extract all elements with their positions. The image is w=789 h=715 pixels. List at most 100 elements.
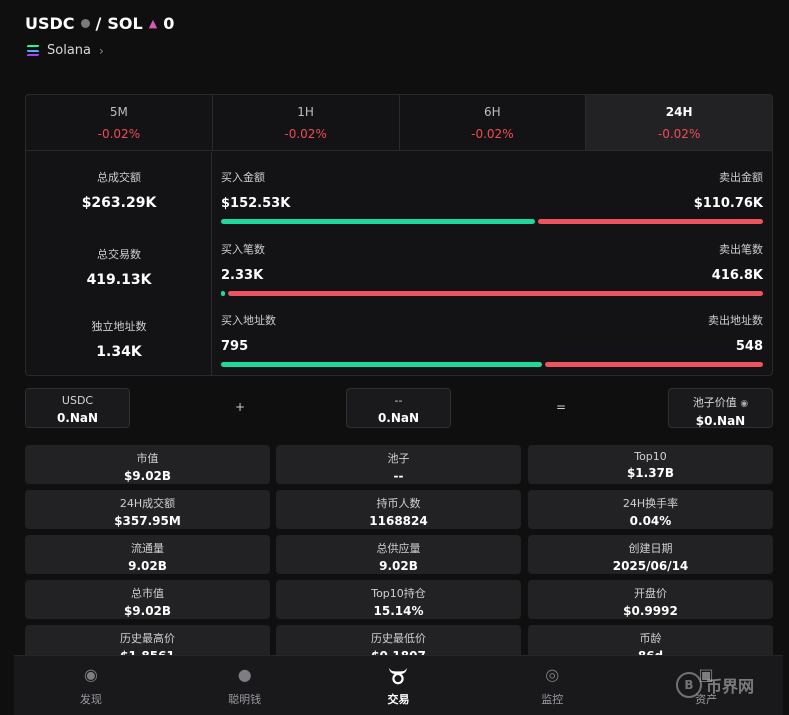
pool-token-b: -- 0.NaN [346,388,451,428]
lock-icon: ◉ [740,399,749,409]
info-value: $0.9992 [623,604,678,618]
watermark-logo-icon: B [676,672,702,698]
buy-sell-amount-row: 买入金额 卖出金额 $152.53K $110.76K [221,169,763,224]
pool-value[interactable]: 池子价值 ◉ $0.NaN [668,388,773,428]
nav-monitor[interactable]: ◎ 监控 [475,656,629,715]
coin-icon: ● [237,665,252,684]
unique-addresses-stat: 独立地址数 1.34K [26,318,212,360]
info-label: 创建日期 [628,542,673,555]
total-trades-stat: 总交易数 419.13K [26,246,212,288]
stat-value: 419.13K [86,272,152,288]
nav-smart-money[interactable]: ● 聪明钱 [168,656,322,715]
nav-label: 交易 [387,692,410,706]
flame-count: 0 [163,13,175,33]
info-label: Top10持仓 [371,587,426,600]
info-cell-24h-volume: 24H成交额 $357.95M [25,490,270,529]
summary-column: 总成交额 $263.29K 总交易数 419.13K 独立地址数 1.34K [26,152,212,375]
stat-label: 总成交额 [97,171,141,184]
tab-label: 6H [484,104,501,119]
stat-label: 独立地址数 [91,320,147,333]
nav-label: 监控 [541,692,564,706]
stat-value: 1.34K [96,344,142,360]
info-label: 市值 [136,452,159,465]
info-label: 池子 [387,452,410,465]
nav-discover[interactable]: ◉ 发现 [14,656,168,715]
info-value: $357.95M [114,514,181,528]
sell-label: 卖出笔数 [719,243,763,256]
info-label: 总供应量 [376,542,421,555]
info-cell-pool: 池子 -- [276,445,521,484]
buy-sell-bar [221,219,763,224]
pool-token-b-value: 0.NaN [377,411,420,425]
info-value: 1168824 [369,514,428,528]
sell-bar [544,362,763,367]
token-dot-icon [80,18,90,28]
tab-change: -0.02% [97,126,141,141]
info-cell-total-supply: 总供应量 9.02B [276,535,521,574]
pool-token-a-label: USDC [61,394,94,407]
planet-icon: ◉ [83,665,98,684]
info-cell-circulating: 流通量 9.02B [25,535,270,574]
stat-label: 总交易数 [97,248,141,261]
buy-label: 买入金额 [221,171,265,184]
sell-value: $110.76K [693,196,763,211]
info-cell-holders: 持币人数 1168824 [276,490,521,529]
tab-5m[interactable]: 5M -0.02% [26,95,213,150]
radar-icon: ◎ [545,665,560,684]
buy-label: 买入笔数 [221,243,265,256]
plus-sign: + [235,400,246,414]
sell-bar [537,219,763,224]
info-label: 流通量 [131,542,164,555]
info-label: Top10 [634,450,667,463]
stat-value: $263.29K [81,195,157,211]
quote-token: SOL [107,13,143,33]
sell-value: 416.8K [711,268,763,283]
equals-sign: = [556,400,567,414]
watermark-text: 币界网 [706,677,755,696]
tab-6h[interactable]: 6H -0.02% [400,95,587,150]
info-value: 2025/06/14 [612,559,689,573]
pool-token-a: USDC 0.NaN [25,388,130,428]
timeframe-tabs: 5M -0.02% 1H -0.02% 6H -0.02% 24H -0.02% [26,95,772,151]
buy-bar [221,219,535,224]
info-cell-open-price: 开盘价 $0.9992 [528,580,773,619]
chain-link[interactable]: Solana › [26,43,104,58]
info-cell-fdv: 总市值 $9.02B [25,580,270,619]
buy-bar [221,362,542,367]
tab-label: 24H [665,104,693,119]
buy-bar [221,291,225,296]
buy-value: $152.53K [221,196,291,211]
bull-icon-svg [389,667,408,684]
info-label: 币龄 [639,632,662,645]
buy-sell-address-row: 买入地址数 卖出地址数 795 548 [221,312,763,367]
info-value: 9.02B [128,559,167,573]
tab-change: -0.02% [284,126,327,141]
info-value: $9.02B [123,469,172,483]
sell-label: 卖出金额 [719,171,763,184]
info-label: 24H换手率 [622,497,679,510]
tab-label: 5M [109,104,128,119]
pair-title: USDC / SOL ▲ 0 [25,12,174,34]
info-value: $1.37B [626,466,675,480]
tab-24h[interactable]: 24H -0.02% [586,95,772,150]
bull-icon [387,665,409,685]
tab-change: -0.02% [657,126,701,141]
pool-token-a-value: 0.NaN [56,411,99,425]
info-cell-top10: Top10 $1.37B [528,445,773,484]
buy-sell-bar [221,291,763,296]
tab-label: 1H [297,104,314,119]
buy-value: 2.33K [221,268,264,283]
info-cell-market-cap: 市值 $9.02B [25,445,270,484]
buy-sell-count-row: 买入笔数 卖出笔数 2.33K 416.8K [221,241,763,296]
info-cell-top10-holding: Top10持仓 15.14% [276,580,521,619]
info-cell-created: 创建日期 2025/06/14 [528,535,773,574]
nav-label: 聪明钱 [228,692,262,706]
nav-trade[interactable]: 交易 [322,656,476,715]
info-value: 9.02B [379,559,418,573]
pool-token-b-label: -- [394,394,403,407]
buy-sell-bar [221,362,763,367]
info-value: $9.02B [123,604,172,618]
sell-bar [228,291,763,296]
nav-label: 发现 [79,692,102,706]
tab-1h[interactable]: 1H -0.02% [213,95,400,150]
